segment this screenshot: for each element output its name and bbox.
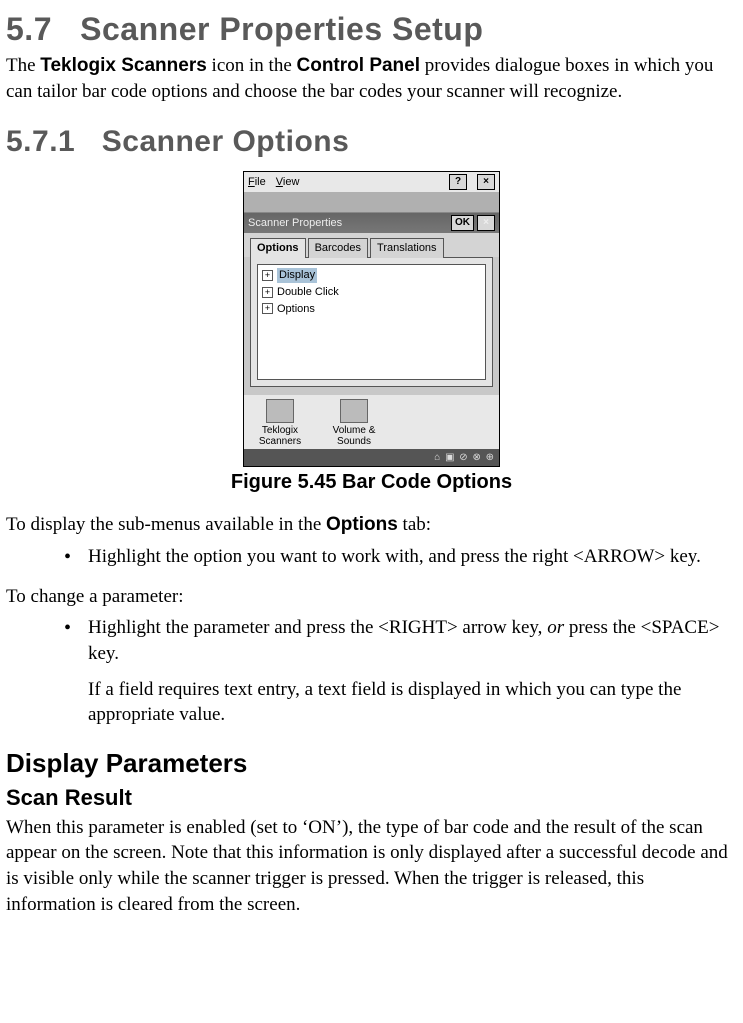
change-param-lead: To change a parameter: <box>6 584 737 610</box>
help-button[interactable]: ? <box>449 174 467 190</box>
figure-caption: Figure 5.45 Bar Code Options <box>6 469 737 496</box>
control-panel-label: Control Panel <box>297 55 421 76</box>
options-tree[interactable]: + Display + Double Click + Options <box>257 264 486 380</box>
subsection-title: Scanner Options <box>102 125 350 158</box>
bullet-text: Highlight the option you want to work wi… <box>88 546 701 567</box>
tab-options[interactable]: Options <box>250 238 306 258</box>
section-heading: 5.7 Scanner Properties Setup <box>6 8 737 51</box>
dialog-close-button[interactable]: × <box>477 215 495 231</box>
menu-view[interactable]: View <box>276 175 300 190</box>
display-parameters-heading: Display Parameters <box>6 746 737 781</box>
dialog-titlebar: Scanner Properties OK × <box>244 213 499 233</box>
section-number: 5.7 <box>6 11 52 47</box>
speaker-icon <box>340 399 368 423</box>
scan-result-body: When this parameter is enabled (set to ‘… <box>6 815 737 918</box>
screenshot-scanner-properties: File View ? × Scanner Properties OK × Op… <box>243 171 500 467</box>
tree-item-double-click[interactable]: + Double Click <box>262 284 481 301</box>
icon-teklogix-scanners[interactable]: Teklogix Scanners <box>252 399 308 447</box>
taskbar: ⌂ ▣ ⊘ ⊗ ⊕ <box>244 449 499 467</box>
tab-body: + Display + Double Click + Options <box>250 257 493 387</box>
icon-volume-sounds[interactable]: Volume & Sounds <box>326 399 382 447</box>
dialog-title: Scanner Properties <box>248 216 342 231</box>
tree-item-display[interactable]: + Display <box>262 267 481 284</box>
background-strip <box>244 192 499 213</box>
expand-icon[interactable]: + <box>262 303 273 314</box>
bullet-subtext: If a field requires text entry, a text f… <box>88 677 737 728</box>
tree-item-options[interactable]: + Options <box>262 301 481 318</box>
parent-menubar: File View ? × <box>244 172 499 192</box>
expand-icon[interactable]: + <box>262 270 273 281</box>
subsection-number: 5.7.1 <box>6 125 75 158</box>
section-title: Scanner Properties Setup <box>80 11 483 47</box>
parent-close-button[interactable]: × <box>477 174 495 190</box>
display-submenus-lead: To display the sub-menus available in th… <box>6 512 737 538</box>
bullet-text: Highlight the parameter and press the <R… <box>88 617 719 664</box>
scan-result-heading: Scan Result <box>6 783 737 813</box>
teklogix-scanners-label: Teklogix Scanners <box>40 55 207 76</box>
intro-paragraph: The Teklogix Scanners icon in the Contro… <box>6 53 737 104</box>
menu-file[interactable]: File <box>248 175 266 190</box>
tab-barcodes[interactable]: Barcodes <box>308 238 368 258</box>
ok-button[interactable]: OK <box>451 215 474 231</box>
options-tab-label: Options <box>326 514 398 535</box>
control-panel-icons: Teklogix Scanners Volume & Sounds <box>244 395 499 449</box>
tab-strip: Options Barcodes Translations <box>244 233 499 257</box>
tab-translations[interactable]: Translations <box>370 238 444 258</box>
subsection-heading: 5.7.1 Scanner Options <box>6 122 737 163</box>
list-item: Highlight the parameter and press the <R… <box>64 615 737 728</box>
list-item: Highlight the option you want to work wi… <box>64 544 737 570</box>
expand-icon[interactable]: + <box>262 287 273 298</box>
scanner-icon <box>266 399 294 423</box>
